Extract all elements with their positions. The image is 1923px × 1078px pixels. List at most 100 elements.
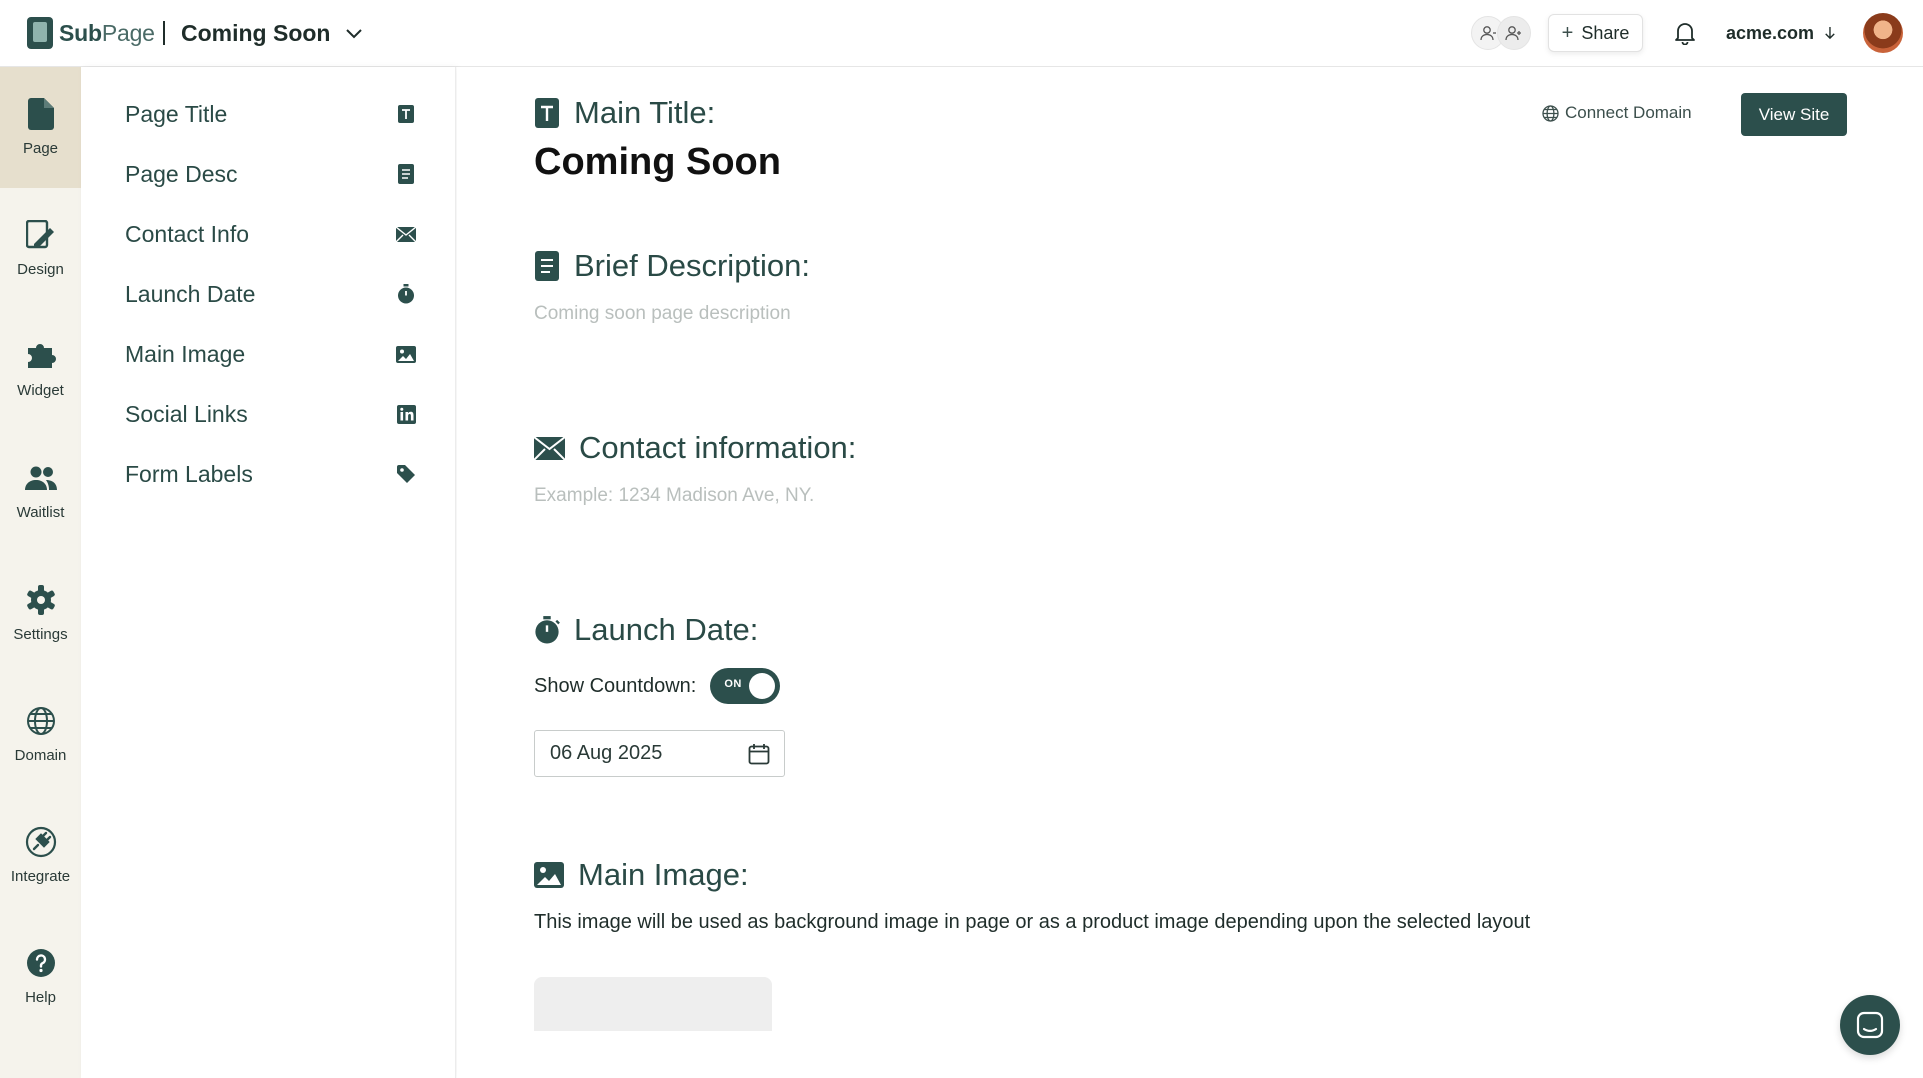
document-icon — [395, 163, 417, 185]
page-icon — [25, 98, 57, 130]
document-icon — [534, 251, 560, 281]
plus-icon: + — [1561, 22, 1574, 44]
main-image-upload[interactable] — [534, 977, 772, 1031]
image-icon — [534, 860, 564, 890]
rail-item-help[interactable]: Help — [0, 916, 81, 1037]
section-item-social-links[interactable]: Social Links — [125, 392, 417, 436]
puzzle-icon — [25, 340, 57, 372]
rail-label: Domain — [14, 747, 67, 764]
description-label: Brief Description: — [574, 248, 811, 283]
countdown-label: Show Countdown: — [534, 674, 697, 697]
section-item-launch-date[interactable]: Launch Date — [125, 272, 417, 316]
launch-date-label: Launch Date: — [574, 612, 759, 647]
rail-item-domain[interactable]: Domain — [0, 674, 81, 795]
globe-icon — [25, 705, 57, 737]
description-heading: Brief Description: — [534, 248, 810, 284]
main-image-help-text: This image will be used as background im… — [534, 911, 1531, 933]
section-label: Page Title — [125, 100, 228, 127]
section-item-page-desc[interactable]: Page Desc — [125, 152, 417, 196]
connect-domain-link[interactable]: Connect Domain — [1542, 101, 1692, 125]
rail-label: Widget — [17, 382, 64, 399]
tag-icon — [395, 463, 417, 485]
page-name: Coming Soon — [181, 19, 331, 46]
arrow-down-icon — [1825, 27, 1835, 40]
launch-date-heading: Launch Date: — [534, 612, 758, 648]
logo-icon — [27, 17, 53, 49]
stopwatch-icon — [395, 283, 417, 305]
rail-item-design[interactable]: Design — [0, 188, 81, 309]
section-item-main-image[interactable]: Main Image — [125, 332, 417, 376]
contact-input[interactable]: Example: 1234 Madison Ave, NY. — [534, 485, 814, 507]
section-label: Form Labels — [125, 460, 253, 487]
linkedin-icon — [395, 403, 417, 425]
chat-icon — [1856, 1011, 1884, 1039]
section-item-form-labels[interactable]: Form Labels — [125, 452, 417, 496]
contact-label: Contact information: — [579, 430, 857, 465]
share-button[interactable]: + Share — [1548, 14, 1643, 52]
section-label: Contact Info — [125, 220, 250, 247]
stopwatch-icon — [534, 615, 560, 645]
gear-icon — [25, 584, 57, 616]
header-divider — [163, 21, 165, 45]
collaborators[interactable] — [1471, 14, 1533, 52]
help-icon — [25, 947, 57, 979]
page-switcher[interactable]: Coming Soon — [181, 18, 364, 48]
sections-sidebar: Page Title Page Desc Contact Info Launch… — [81, 67, 456, 1078]
rail-item-integrate[interactable]: Integrate — [0, 795, 81, 916]
envelope-icon — [395, 223, 417, 245]
design-icon — [25, 219, 57, 251]
description-input[interactable]: Coming soon page description — [534, 303, 791, 325]
rail-label: Integrate — [10, 868, 71, 885]
toggle-state-text: ON — [724, 678, 742, 690]
main-title-label: Main Title: — [574, 95, 716, 130]
contact-heading: Contact information: — [534, 430, 856, 466]
rail-item-page[interactable]: Page — [0, 67, 81, 188]
logo-text: SubPage — [59, 19, 155, 46]
user-avatar[interactable] — [1863, 13, 1903, 53]
account-switcher[interactable]: acme.com — [1726, 14, 1836, 52]
countdown-row: Show Countdown: ON — [534, 668, 781, 704]
icon-rail: Page Design Widget Waitlist Settings Dom… — [0, 67, 81, 1078]
launch-date-input[interactable]: 06 Aug 2025 — [534, 730, 785, 777]
main-title-value[interactable]: Coming Soon — [534, 141, 781, 184]
rail-label: Settings — [13, 626, 68, 643]
envelope-icon — [534, 433, 565, 463]
plug-icon — [25, 826, 57, 858]
notifications-button[interactable] — [1672, 14, 1698, 52]
main-image-heading: Main Image: — [534, 857, 749, 893]
rail-item-widget[interactable]: Widget — [0, 309, 81, 430]
main-title-heading: Main Title: — [534, 95, 715, 131]
rail-label: Page — [22, 140, 59, 157]
chevron-down-icon — [346, 29, 363, 39]
image-icon — [395, 343, 417, 365]
bell-icon — [1675, 23, 1695, 45]
text-icon — [395, 103, 417, 125]
section-label: Page Desc — [125, 160, 238, 187]
rail-item-waitlist[interactable]: Waitlist — [0, 431, 81, 552]
editor-main: Main Title: Coming Soon Connect Domain V… — [457, 67, 1923, 1078]
top-header: SubPage Coming Soon + Share acme.com — [0, 0, 1923, 67]
share-label: Share — [1581, 22, 1630, 43]
launch-date-value: 06 Aug 2025 — [550, 742, 663, 764]
section-label: Social Links — [125, 400, 248, 427]
section-item-page-title[interactable]: Page Title — [125, 92, 417, 136]
subpage-logo[interactable]: SubPage — [27, 17, 155, 49]
chat-launcher-button[interactable] — [1840, 995, 1900, 1055]
main-image-label: Main Image: — [578, 857, 749, 892]
rail-item-settings[interactable]: Settings — [0, 553, 81, 674]
globe-icon — [1542, 104, 1559, 122]
people-icon — [24, 462, 57, 494]
rail-label: Waitlist — [16, 504, 65, 521]
add-user-icon — [1497, 16, 1531, 50]
view-site-button[interactable]: View Site — [1741, 93, 1847, 136]
calendar-icon[interactable] — [748, 743, 770, 765]
countdown-toggle[interactable]: ON — [710, 668, 781, 704]
section-label: Launch Date — [125, 280, 256, 307]
toggle-knob — [749, 673, 776, 699]
text-icon — [534, 98, 560, 128]
account-name: acme.com — [1726, 22, 1815, 43]
section-item-contact-info[interactable]: Contact Info — [125, 212, 417, 256]
rail-label: Help — [25, 989, 56, 1006]
connect-domain-label: Connect Domain — [1565, 103, 1692, 122]
section-label: Main Image — [125, 340, 246, 367]
